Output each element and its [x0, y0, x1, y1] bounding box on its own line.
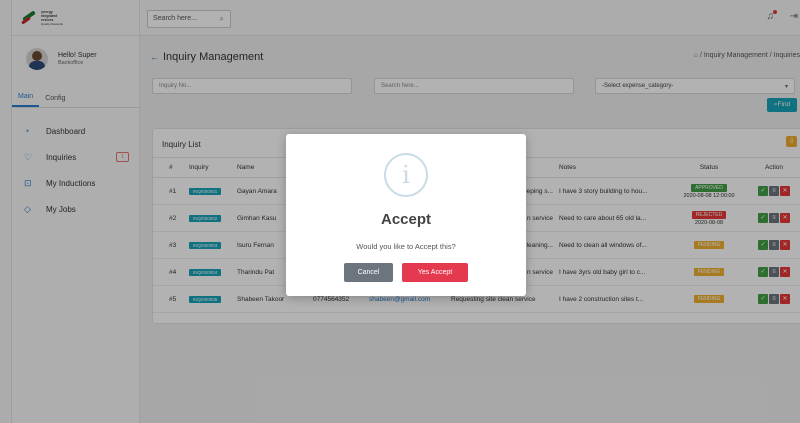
accept-confirmation-dialog: i Accept Would you like to Accept this? … [286, 134, 526, 296]
info-icon: i [384, 153, 428, 197]
dialog-title: Accept [380, 211, 432, 228]
cancel-button[interactable]: Cancel [344, 263, 393, 282]
dialog-message: Would you like to Accept this? [356, 242, 456, 251]
confirm-accept-button[interactable]: Yes Accept [402, 263, 468, 282]
